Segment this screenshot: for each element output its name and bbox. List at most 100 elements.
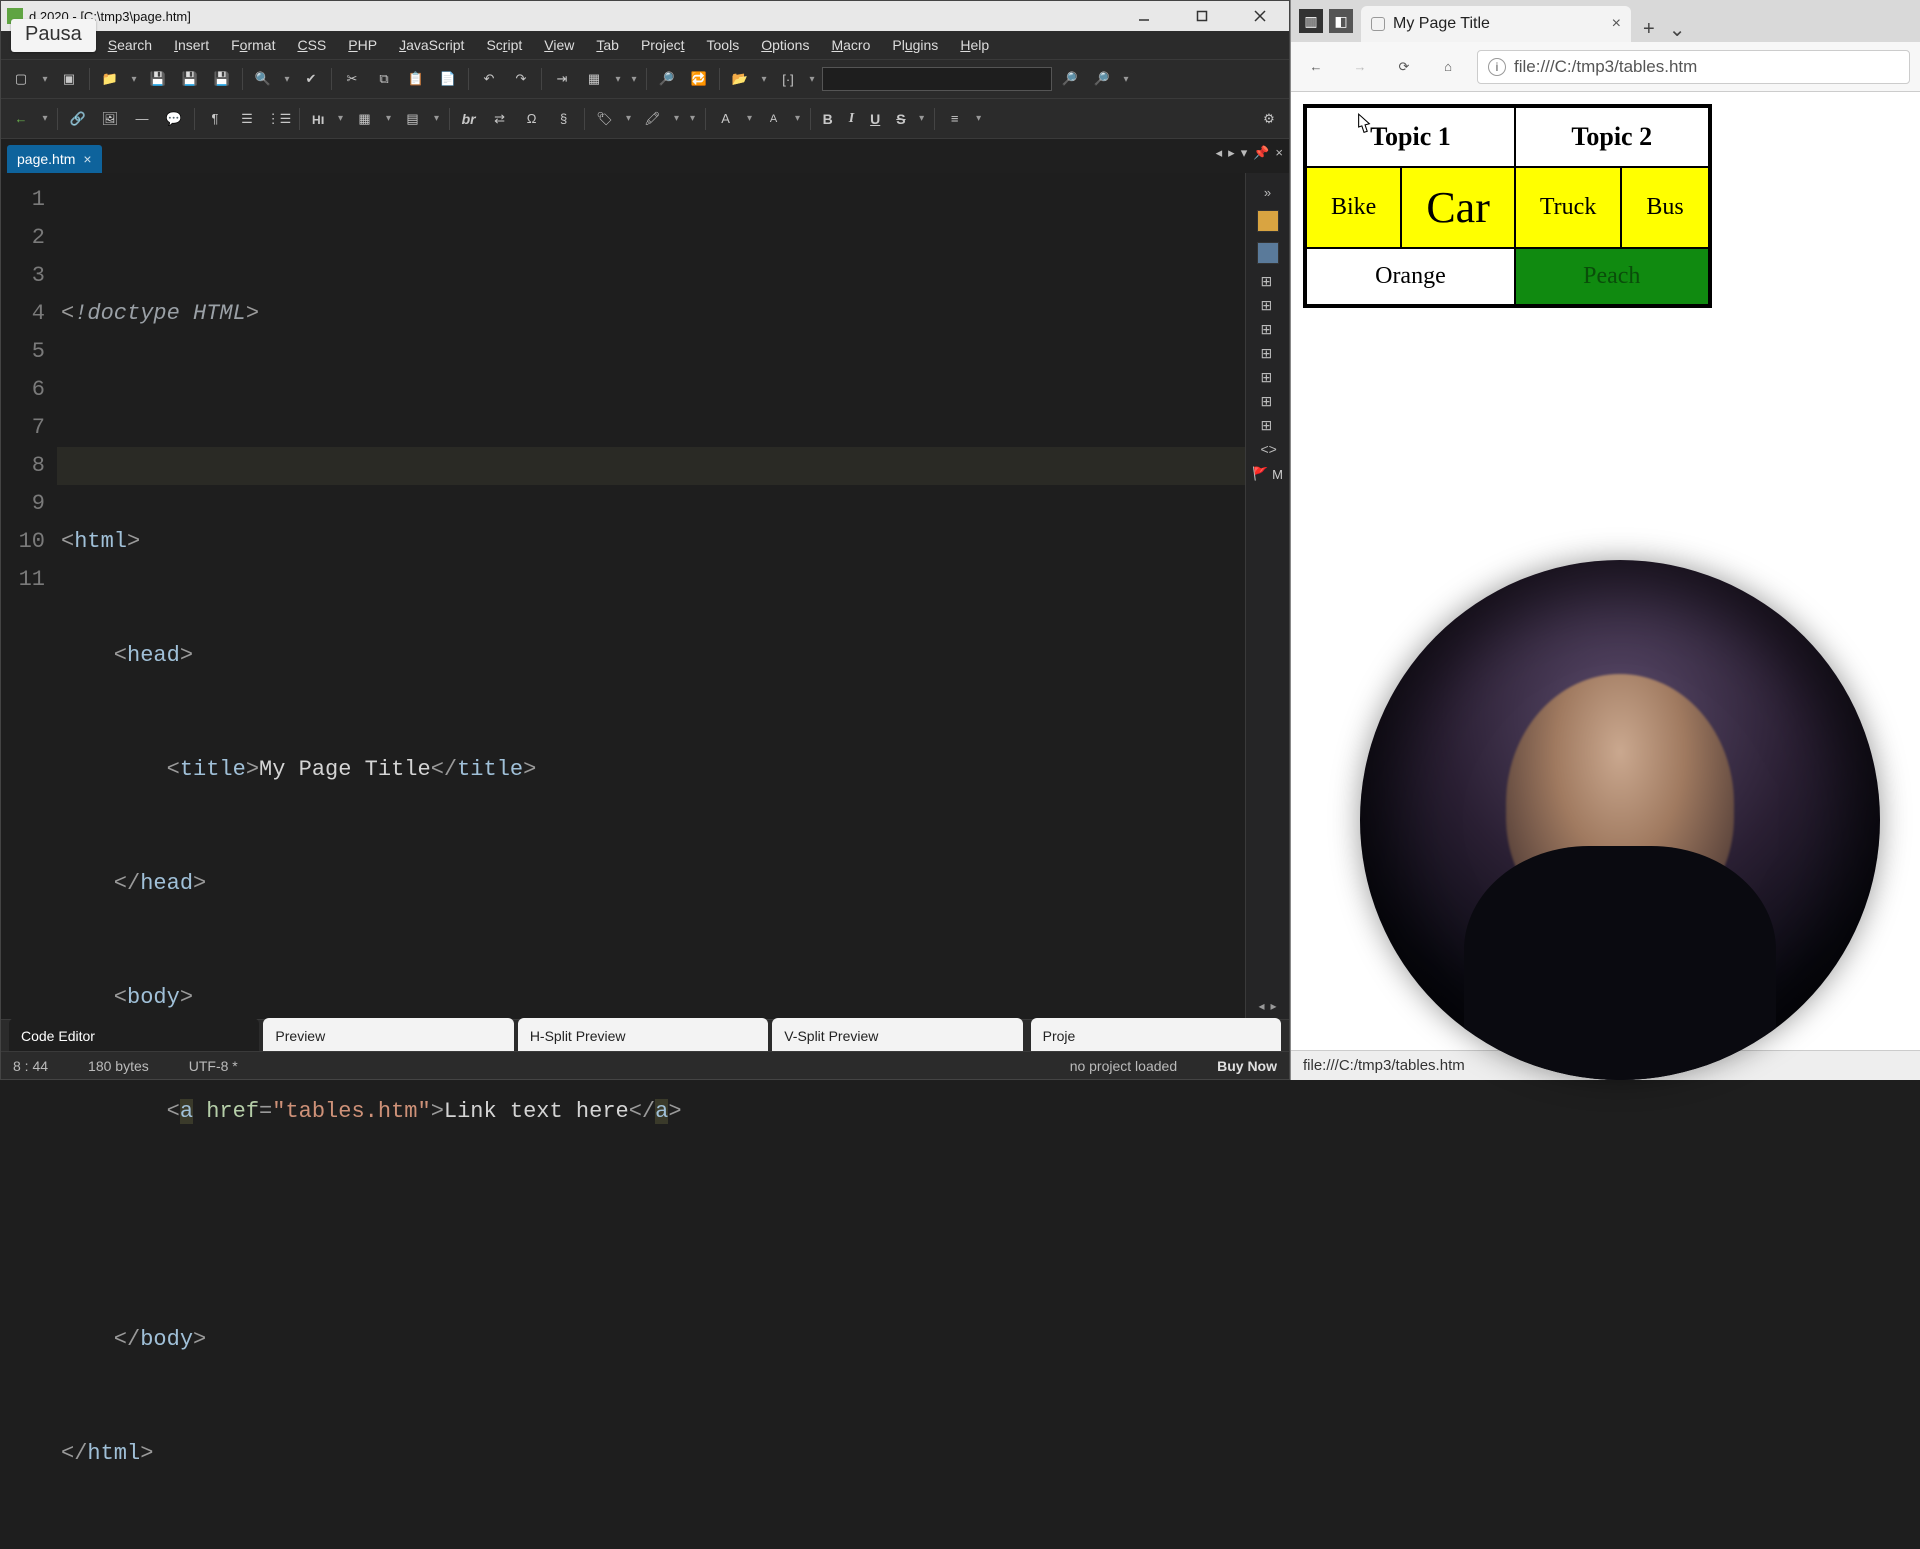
project-dropdown[interactable] <box>758 65 770 93</box>
align-icon[interactable]: ≡ <box>941 105 969 133</box>
menu-php[interactable]: PHP <box>340 33 385 57</box>
side-overflow-icon[interactable]: » <box>1264 185 1271 200</box>
side-folder-icon[interactable] <box>1257 210 1279 232</box>
table-insert-dropdown[interactable] <box>383 105 395 133</box>
side-expand-icon[interactable]: ⊞ <box>1261 346 1275 360</box>
close-button[interactable] <box>1231 1 1289 31</box>
side-code-icon[interactable]: <> <box>1261 442 1275 456</box>
side-flag-icon[interactable]: 🚩 <box>1252 466 1268 482</box>
search-icon[interactable]: 🔍 <box>249 65 277 93</box>
ul-icon[interactable]: ⋮☰ <box>265 105 293 133</box>
font-decrease-icon[interactable]: A <box>760 105 788 133</box>
find-next-icon[interactable]: 🔎 <box>1056 65 1084 93</box>
side-scroll-right-icon[interactable]: ▸ <box>1271 999 1277 1013</box>
link-icon[interactable]: 🔗 <box>64 105 92 133</box>
br-label[interactable]: br <box>456 111 482 127</box>
nav-dropdown[interactable] <box>39 105 51 133</box>
menu-insert[interactable]: Insert <box>166 33 217 57</box>
save-icon[interactable]: 💾 <box>144 65 172 93</box>
side-expand-icon[interactable]: ⊞ <box>1261 418 1275 432</box>
save-as-icon[interactable]: 💾 <box>208 65 236 93</box>
menu-format[interactable]: Format <box>223 33 283 57</box>
ol-icon[interactable]: ☰ <box>233 105 261 133</box>
minimize-button[interactable] <box>1115 1 1173 31</box>
table-tool-dropdown[interactable] <box>612 65 624 93</box>
new-window-icon[interactable]: ▣ <box>55 65 83 93</box>
color-dropdown[interactable] <box>687 105 699 133</box>
menu-javascript[interactable]: JavaScript <box>391 33 472 57</box>
hr-icon[interactable]: — <box>128 105 156 133</box>
title-bar[interactable]: d 2020 - [C:\tmp3\page.htm] <box>1 1 1289 31</box>
side-expand-icon[interactable]: ⊞ <box>1261 274 1275 288</box>
undo-icon[interactable]: ↶ <box>475 65 503 93</box>
tab-list-icon[interactable]: ▾ <box>1241 145 1248 161</box>
underline-button[interactable]: U <box>864 111 886 127</box>
menu-css[interactable]: CSS <box>289 33 334 57</box>
clipboard-icon[interactable]: 📄 <box>434 65 462 93</box>
tag-highlight-icon[interactable]: 🏷 <box>591 105 619 133</box>
form-dropdown[interactable] <box>431 105 443 133</box>
side-scroll-left-icon[interactable]: ◂ <box>1258 999 1264 1013</box>
regex-icon[interactable]: [·] <box>774 65 802 93</box>
new-file-icon[interactable]: ▢ <box>7 65 35 93</box>
pin-icon[interactable]: 📌 <box>1253 145 1269 161</box>
browser-forward-icon[interactable]: → <box>1345 52 1375 82</box>
image-icon[interactable]: 🖼 <box>96 105 124 133</box>
copy-icon[interactable]: ⧉ <box>370 65 398 93</box>
script-icon[interactable]: § <box>550 105 578 133</box>
toolbar-search-input[interactable] <box>822 67 1052 91</box>
menu-search[interactable]: Search <box>100 33 160 57</box>
nav-back-icon[interactable]: ← <box>7 105 35 133</box>
comment-icon[interactable]: 💬 <box>160 105 188 133</box>
find-in-files-icon[interactable]: 🔎 <box>653 65 681 93</box>
browser-tabgroup-icon[interactable]: ◧ <box>1329 9 1353 33</box>
open-dropdown[interactable] <box>128 65 140 93</box>
site-info-icon[interactable]: i <box>1488 58 1506 76</box>
tag-dropdown[interactable] <box>623 105 635 133</box>
strike-dropdown[interactable] <box>916 105 928 133</box>
gear-icon[interactable]: ⚙ <box>1255 105 1283 133</box>
browser-home-icon[interactable]: ⌂ <box>1433 52 1463 82</box>
heading-label[interactable]: Hı <box>306 111 331 127</box>
browser-back-icon[interactable]: ← <box>1301 52 1331 82</box>
form-icon[interactable]: ▤ <box>399 105 427 133</box>
table-tool-icon[interactable]: ▦ <box>580 65 608 93</box>
anchor-insert-icon[interactable]: ⇄ <box>486 105 514 133</box>
maximize-button[interactable] <box>1173 1 1231 31</box>
save-all-icon[interactable]: 💾 <box>176 65 204 93</box>
align-dropdown[interactable] <box>973 105 985 133</box>
side-expand-icon[interactable]: ⊞ <box>1261 370 1275 384</box>
close-tab-icon[interactable]: × <box>83 151 91 167</box>
find-options-dropdown[interactable] <box>1120 65 1132 93</box>
font-inc-dropdown[interactable] <box>744 105 756 133</box>
menu-bar[interactable]: File Edit Search Insert Format CSS PHP J… <box>1 31 1289 59</box>
browser-reload-icon[interactable]: ⟳ <box>1389 52 1419 82</box>
font-increase-icon[interactable]: A <box>712 105 740 133</box>
menu-options[interactable]: Options <box>753 33 817 57</box>
menu-tools[interactable]: Tools <box>699 33 748 57</box>
menu-view[interactable]: View <box>536 33 582 57</box>
heading-dropdown[interactable] <box>335 105 347 133</box>
highlight-dropdown[interactable] <box>671 105 683 133</box>
open-folder-icon[interactable]: 📁 <box>96 65 124 93</box>
regex-dropdown[interactable] <box>806 65 818 93</box>
menu-script[interactable]: Script <box>478 33 530 57</box>
menu-plugins[interactable]: Plugins <box>884 33 946 57</box>
font-dec-dropdown[interactable] <box>792 105 804 133</box>
side-expand-icon[interactable]: ⊞ <box>1261 298 1275 312</box>
extra-dropdown[interactable] <box>628 65 640 93</box>
tab-next-icon[interactable]: ▸ <box>1228 145 1235 161</box>
spellcheck-icon[interactable]: ✔ <box>297 65 325 93</box>
new-file-dropdown[interactable] <box>39 65 51 93</box>
find-prev-icon[interactable]: 🔎 <box>1088 65 1116 93</box>
table-insert-icon[interactable]: ▦ <box>351 105 379 133</box>
browser-sidebar-icon[interactable]: ▥ <box>1299 9 1323 33</box>
replace-icon[interactable]: 🔁 <box>685 65 713 93</box>
browser-tab-close-icon[interactable]: × <box>1612 15 1621 33</box>
menu-tab[interactable]: Tab <box>588 33 627 57</box>
omega-icon[interactable]: Ω <box>518 105 546 133</box>
menu-help[interactable]: Help <box>952 33 997 57</box>
bold-button[interactable]: B <box>817 111 839 127</box>
paste-icon[interactable]: 📋 <box>402 65 430 93</box>
tab-prev-icon[interactable]: ◂ <box>1216 145 1223 161</box>
